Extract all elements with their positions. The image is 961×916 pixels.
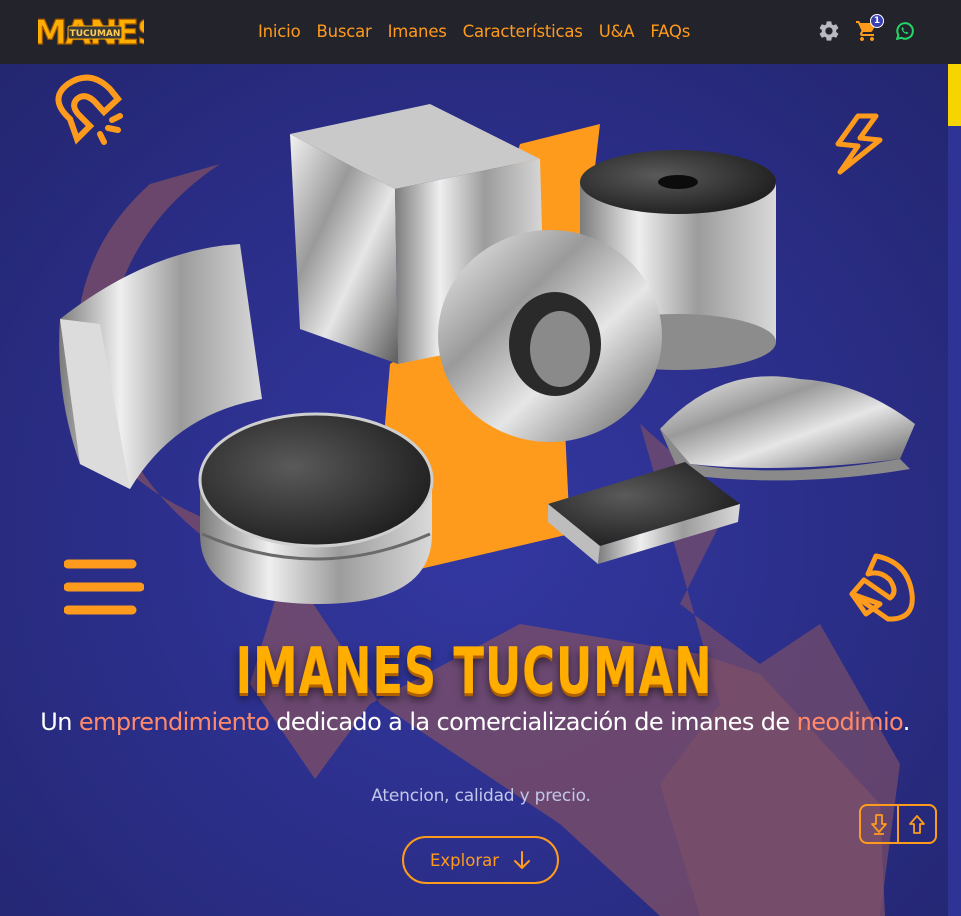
hero-subtitle-part3: .: [902, 708, 911, 736]
nav-link-buscar[interactable]: Buscar: [316, 20, 371, 44]
hero-subtitle: Un emprendimiento dedicado a la comercia…: [40, 704, 910, 741]
lightning-icon: [835, 113, 883, 175]
nav-link-uya[interactable]: U&A: [599, 20, 635, 44]
whatsapp-button[interactable]: [892, 18, 918, 44]
hero-section: IMANES TUCUMAN Un emprendimiento dedicad…: [0, 64, 948, 916]
nav-icon-group: 1: [816, 14, 918, 44]
ring-magnet: [438, 230, 662, 442]
scroll-controls: [859, 804, 937, 844]
nav-link-inicio[interactable]: Inicio: [258, 20, 301, 44]
svg-text:TUCUMAN: TUCUMAN: [70, 29, 121, 39]
scroll-down-icon: [871, 814, 887, 835]
hero-subtitle-part1: Un: [40, 708, 79, 736]
main-nav: Inicio Buscar Imanes Características U&A…: [258, 20, 690, 44]
explore-button[interactable]: Explorar: [402, 836, 559, 884]
nav-link-caracteristicas[interactable]: Características: [463, 20, 583, 44]
brand-logo[interactable]: IMANES TUCUMAN: [38, 11, 144, 53]
horseshoe-icon: [55, 74, 123, 145]
magnet-icon: [849, 553, 915, 622]
page-scrollbar[interactable]: [948, 64, 961, 916]
explore-button-label: Explorar: [429, 850, 500, 870]
scrollbar-thumb[interactable]: [948, 64, 961, 126]
hero-title: IMANES TUCUMAN: [235, 635, 713, 709]
hamburger-menu-icon[interactable]: [64, 558, 144, 618]
cart-count-badge: 1: [870, 14, 884, 28]
scroll-down-button[interactable]: [861, 806, 897, 842]
cart-button[interactable]: 1: [854, 14, 884, 44]
hero-highlight-emprendimiento: emprendimiento: [78, 708, 270, 736]
scroll-up-button[interactable]: [897, 806, 935, 842]
disc-magnet: [198, 412, 434, 604]
hero-tagline: Atencion, calidad y precio.: [371, 786, 591, 806]
settings-button[interactable]: [816, 18, 842, 44]
hero-highlight-neodimio: neodimio: [796, 708, 904, 736]
whatsapp-icon: [895, 22, 914, 41]
arc-magnet-right: [660, 376, 915, 481]
scroll-up-icon: [909, 815, 925, 834]
nav-link-imanes[interactable]: Imanes: [388, 20, 447, 44]
nav-link-faqs[interactable]: FAQs: [650, 20, 690, 44]
gear-icon: [819, 21, 839, 41]
arrow-down-icon: [514, 851, 531, 869]
top-navbar: IMANES TUCUMAN Inicio Buscar Imanes Cara…: [0, 0, 961, 64]
hero-subtitle-part2: dedicado a la comercialización de imanes…: [269, 708, 797, 736]
